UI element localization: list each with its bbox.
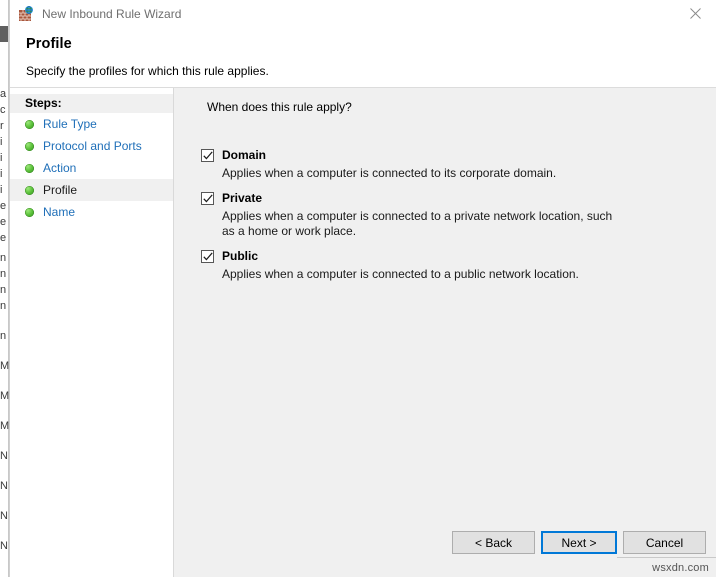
step-bullet-icon (25, 164, 34, 173)
option-private: Private Applies when a computer is conne… (201, 191, 693, 239)
step-bullet-icon (25, 142, 34, 151)
sidebar-item-profile[interactable]: Profile (10, 179, 173, 201)
close-icon[interactable] (673, 0, 716, 27)
step-bullet-icon (25, 208, 34, 217)
button-row: < Back Next > Cancel (452, 531, 706, 554)
option-public-description: Applies when a computer is connected to … (222, 267, 622, 282)
option-public-label: Public (222, 249, 258, 263)
sidebar-item-name[interactable]: Name (10, 201, 173, 223)
wizard-footer: < Back Next > Cancel wsxdn.com (174, 525, 716, 577)
window-title: New Inbound Rule Wizard (42, 7, 181, 21)
sidebar-item-action[interactable]: Action (10, 157, 173, 179)
title-bar: New Inbound Rule Wizard (10, 0, 716, 27)
page-title: Profile (26, 36, 716, 52)
page-subtitle: Specify the profiles for which this rule… (26, 64, 716, 78)
option-private-description: Applies when a computer is connected to … (222, 209, 622, 239)
option-public: Public Applies when a computer is connec… (201, 249, 693, 282)
new-inbound-rule-wizard-window: New Inbound Rule Wizard Profile Specify … (9, 0, 716, 577)
option-private-label: Private (222, 191, 262, 205)
option-domain-header[interactable]: Domain (201, 148, 693, 162)
cancel-button[interactable]: Cancel (623, 531, 706, 554)
option-private-header[interactable]: Private (201, 191, 693, 205)
step-bullet-icon (25, 186, 34, 195)
steps-heading: Steps: (10, 94, 173, 113)
checkbox-domain[interactable] (201, 149, 214, 162)
checkbox-private[interactable] (201, 192, 214, 205)
profile-options-group: Domain Applies when a computer is connec… (201, 148, 693, 292)
step-label: Protocol and Ports (43, 139, 142, 153)
watermark-divider (617, 557, 716, 558)
option-public-header[interactable]: Public (201, 249, 693, 263)
back-button[interactable]: < Back (452, 531, 535, 554)
watermark-text: wsxdn.com (652, 562, 709, 574)
option-domain-description: Applies when a computer is connected to … (222, 166, 622, 181)
step-label: Name (43, 205, 75, 219)
firewall-globe-icon (18, 6, 34, 22)
sidebar-item-rule-type[interactable]: Rule Type (10, 113, 173, 135)
option-domain-label: Domain (222, 148, 266, 162)
wizard-header: Profile Specify the profiles for which t… (10, 27, 716, 88)
option-domain: Domain Applies when a computer is connec… (201, 148, 693, 181)
sidebar-item-protocol-and-ports[interactable]: Protocol and Ports (10, 135, 173, 157)
step-label: Profile (43, 183, 77, 197)
checkbox-public[interactable] (201, 250, 214, 263)
step-bullet-icon (25, 120, 34, 129)
step-label: Action (43, 161, 76, 175)
next-button[interactable]: Next > (541, 531, 617, 554)
content-panel: When does this rule apply? Domain Applie… (174, 88, 716, 577)
steps-panel: Steps: Rule Type Protocol and Ports Acti… (10, 88, 174, 577)
step-label: Rule Type (43, 117, 97, 131)
content-question: When does this rule apply? (207, 100, 352, 114)
wizard-body: Steps: Rule Type Protocol and Ports Acti… (10, 88, 716, 577)
